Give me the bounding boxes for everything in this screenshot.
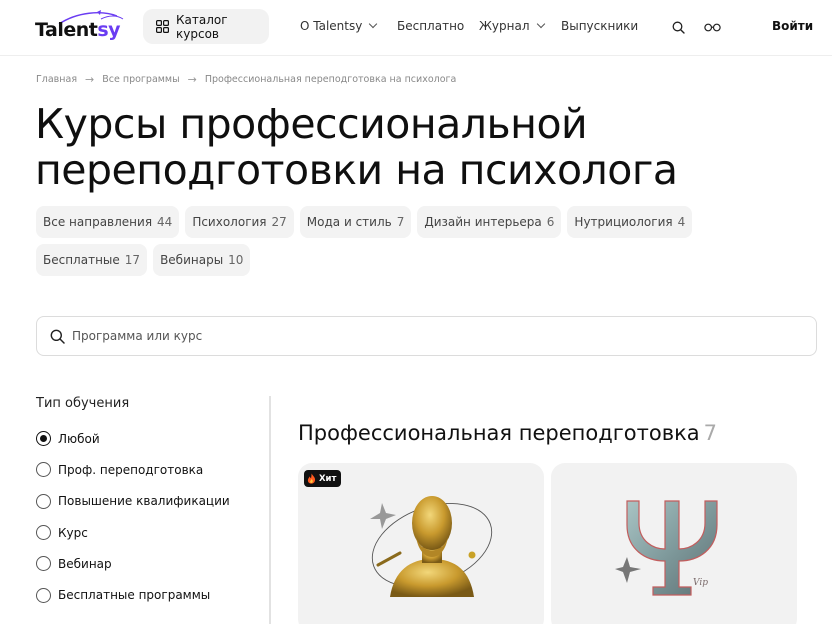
chip-count: 44 [157, 215, 173, 229]
chip-label: Дизайн интерьера [424, 215, 542, 229]
divider [269, 396, 271, 624]
chevron-down-icon [369, 19, 378, 29]
search-button[interactable] [668, 17, 688, 37]
nav-journal[interactable]: Журнал [479, 19, 545, 33]
breadcrumb-home[interactable]: Главная [36, 74, 77, 85]
chip-label: Мода и стиль [306, 215, 392, 229]
chip-all[interactable]: Все направления 44 [36, 206, 180, 238]
logo-main: Talent [35, 19, 98, 41]
filter-title: Тип обучения [36, 396, 130, 411]
chip-count: 7 [396, 215, 405, 229]
radio-icon[interactable] [36, 462, 51, 478]
program-search[interactable] [36, 316, 817, 356]
chip-count: 4 [677, 215, 686, 229]
radio-icon[interactable] [36, 556, 51, 572]
nav-about-label: О Talentsy [300, 19, 363, 33]
site-header: Talentsy Каталог курсов О Talentsy Беспл… [0, 0, 832, 56]
filter-option-label: Любой [58, 431, 100, 446]
radio-checked-icon[interactable] [36, 431, 51, 447]
accessibility-button[interactable] [701, 17, 723, 37]
breadcrumb: Главная → Все программы → Профессиональн… [36, 73, 456, 86]
arrow-right-icon: → [85, 73, 95, 86]
breadcrumb-all-programs[interactable]: Все программы [102, 74, 179, 85]
filter-option-label: Повышение квалификации [58, 494, 230, 509]
chip-count: 10 [228, 253, 244, 267]
radio-icon[interactable] [36, 525, 51, 541]
psi-vip-icon: Vip [615, 500, 718, 596]
nav-free-label: Бесплатно [397, 19, 465, 33]
filter-option-course[interactable]: Курс [36, 517, 266, 548]
nav-about[interactable]: О Talentsy [300, 19, 378, 33]
radio-icon[interactable] [36, 587, 51, 603]
section-title-text: Профессиональная переподготовка [298, 421, 700, 445]
chip-interior[interactable]: Дизайн интерьера 6 [417, 206, 562, 238]
chip-count: 17 [124, 253, 141, 267]
chip-psychology[interactable]: Психология 27 [185, 206, 294, 238]
filter-option-webinar[interactable]: Вебинар [36, 548, 266, 579]
chip-count: 6 [546, 215, 555, 229]
chip-label: Вебинары [160, 253, 224, 267]
chip-webinars[interactable]: Вебинары 10 [153, 244, 251, 276]
filter-option-free[interactable]: Бесплатные программы [36, 579, 266, 610]
filter-option-label: Вебинар [58, 556, 112, 571]
filter-option-any[interactable]: Любой [36, 423, 266, 454]
program-card[interactable]: Хит [298, 463, 544, 624]
glasses-icon [703, 23, 721, 31]
filter-option-retraining[interactable]: Проф. переподготовка [36, 454, 266, 485]
chip-label: Нутрициология [574, 215, 673, 229]
chevron-down-icon [536, 19, 545, 29]
arrow-right-icon: → [187, 73, 197, 86]
chip-label: Все направления [43, 215, 153, 229]
filter-option-label: Проф. переподготовка [58, 462, 204, 477]
chip-nutrition[interactable]: Нутрициология 4 [567, 206, 693, 238]
badge-label: Хит [319, 473, 337, 484]
grid-icon [156, 20, 169, 33]
search-input[interactable] [72, 329, 772, 343]
fire-icon [307, 473, 316, 484]
section-count: 7 [703, 421, 717, 445]
freud-bust-icon [370, 496, 493, 597]
filter-option-label: Курс [58, 525, 88, 540]
logo-accent: sy [97, 19, 121, 41]
filter-panel: Тип обучения Любой Проф. переподготовка … [36, 396, 266, 611]
catalog-label: Каталог курсов [176, 12, 228, 41]
page-title: Курсы профессиональной переподготовки на… [35, 100, 678, 194]
search-icon [50, 329, 65, 344]
hit-badge: Хит [304, 470, 342, 487]
catalog-button[interactable]: Каталог курсов [143, 9, 269, 44]
chip-label: Психология [192, 215, 267, 229]
chip-free[interactable]: Бесплатные 17 [36, 244, 148, 276]
breadcrumb-current: Профессиональная переподготовка на психо… [204, 74, 457, 85]
chip-label: Бесплатные [43, 253, 120, 267]
section-title: Профессиональная переподготовка 7 [298, 421, 717, 445]
category-chips: Все направления 44 Психология 27 Мода и ст… [36, 206, 756, 276]
talentsy-logo[interactable]: Talentsy [35, 10, 125, 46]
nav-alumni[interactable]: Выпускники [561, 19, 638, 33]
chip-fashion[interactable]: Мода и стиль 7 [299, 206, 412, 238]
nav-journal-label: Журнал [479, 19, 530, 33]
filter-option-label: Бесплатные программы [58, 588, 211, 603]
nav-free[interactable]: Бесплатно [397, 19, 464, 33]
program-card[interactable]: Vip [551, 463, 797, 624]
radio-icon[interactable] [36, 493, 51, 509]
search-icon [672, 21, 685, 34]
svg-text:Vip: Vip [693, 578, 708, 588]
login-button[interactable]: Войти [772, 19, 813, 33]
nav-alumni-label: Выпускники [561, 19, 639, 33]
filter-option-advanced[interactable]: Повышение квалификации [36, 486, 266, 517]
chip-count: 27 [271, 215, 287, 229]
